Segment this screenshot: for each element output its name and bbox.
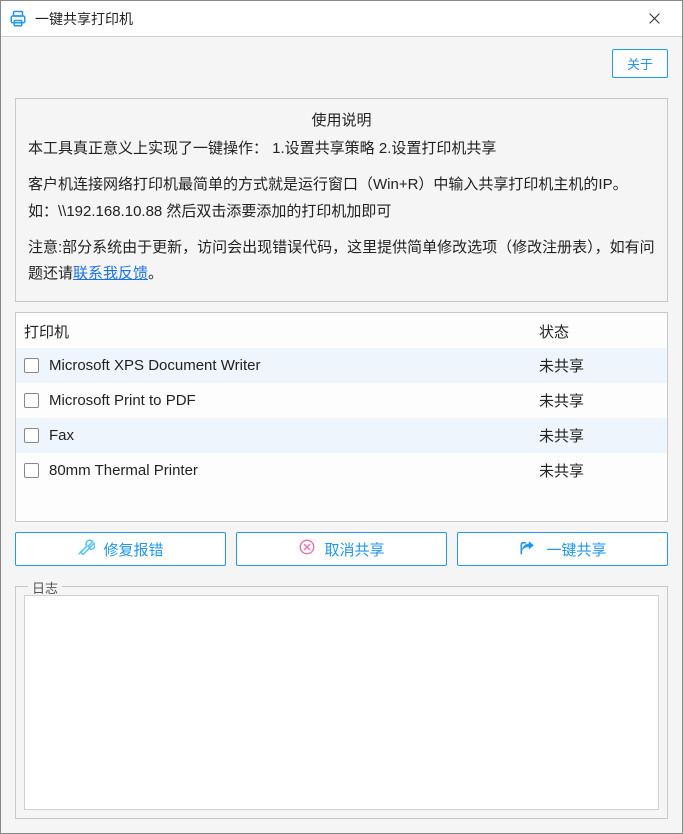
- checkbox[interactable]: [24, 463, 39, 478]
- unshare-label: 取消共享: [324, 539, 384, 560]
- printer-row[interactable]: 80mm Thermal Printer 未共享: [16, 453, 667, 488]
- share-label: 一键共享: [546, 539, 606, 560]
- printer-row[interactable]: Fax 未共享: [16, 418, 667, 453]
- printer-name: 80mm Thermal Printer: [49, 462, 539, 479]
- unshare-button[interactable]: 取消共享: [236, 532, 447, 566]
- printer-status: 未共享: [539, 355, 659, 376]
- cancel-icon: [298, 538, 316, 560]
- instructions-title: 使用说明: [28, 109, 655, 130]
- action-row: 修复报错 取消共享 一: [15, 532, 668, 566]
- content-area: 关于 使用说明 本工具真正意义上实现了一键操作： 1.设置共享策略 2.设置打印…: [1, 37, 682, 833]
- col-header-name: 打印机: [24, 321, 539, 342]
- printer-status: 未共享: [539, 460, 659, 481]
- repair-label: 修复报错: [103, 539, 163, 560]
- instructions-line2: 客户机连接网络打印机最简单的方式就是运行窗口（Win+R）中输入共享打印机主机的…: [28, 172, 655, 225]
- share-icon: [518, 537, 538, 561]
- about-row: 关于: [15, 49, 668, 78]
- close-icon: [648, 12, 661, 25]
- checkbox[interactable]: [24, 428, 39, 443]
- printer-icon: [9, 10, 27, 28]
- printer-status: 未共享: [539, 425, 659, 446]
- printer-name: Fax: [49, 427, 539, 444]
- close-button[interactable]: [636, 1, 672, 37]
- printer-status: 未共享: [539, 390, 659, 411]
- share-button[interactable]: 一键共享: [457, 532, 668, 566]
- printer-list-header: 打印机 状态: [16, 313, 667, 348]
- checkbox[interactable]: [24, 358, 39, 373]
- instructions-line3: 注意:部分系统由于更新，访问会出现错误代码，这里提供简单修改选项（修改注册表），…: [28, 235, 655, 288]
- printer-name: Microsoft XPS Document Writer: [49, 357, 539, 374]
- feedback-link[interactable]: 联系我反馈: [73, 265, 148, 282]
- app-window: 一键共享打印机 关于 使用说明 本工具真正意义上实现了一键操作： 1.设置共享策…: [0, 0, 683, 834]
- titlebar: 一键共享打印机: [1, 1, 682, 37]
- instructions-line1: 本工具真正意义上实现了一键操作： 1.设置共享策略 2.设置打印机共享: [28, 136, 655, 162]
- wrench-icon: [77, 538, 95, 560]
- instructions-panel: 使用说明 本工具真正意义上实现了一键操作： 1.设置共享策略 2.设置打印机共享…: [15, 98, 668, 302]
- log-textarea[interactable]: [24, 595, 659, 810]
- instructions-line3-suffix: 。: [148, 265, 163, 282]
- repair-button[interactable]: 修复报错: [15, 532, 226, 566]
- about-button[interactable]: 关于: [612, 49, 668, 78]
- checkbox[interactable]: [24, 393, 39, 408]
- log-panel: 日志: [15, 586, 668, 819]
- window-title: 一键共享打印机: [35, 9, 636, 29]
- printer-name: Microsoft Print to PDF: [49, 392, 539, 409]
- printer-row[interactable]: Microsoft XPS Document Writer 未共享: [16, 348, 667, 383]
- col-header-status: 状态: [539, 321, 659, 342]
- printer-list: 打印机 状态 Microsoft XPS Document Writer 未共享…: [15, 312, 668, 522]
- printer-row[interactable]: Microsoft Print to PDF 未共享: [16, 383, 667, 418]
